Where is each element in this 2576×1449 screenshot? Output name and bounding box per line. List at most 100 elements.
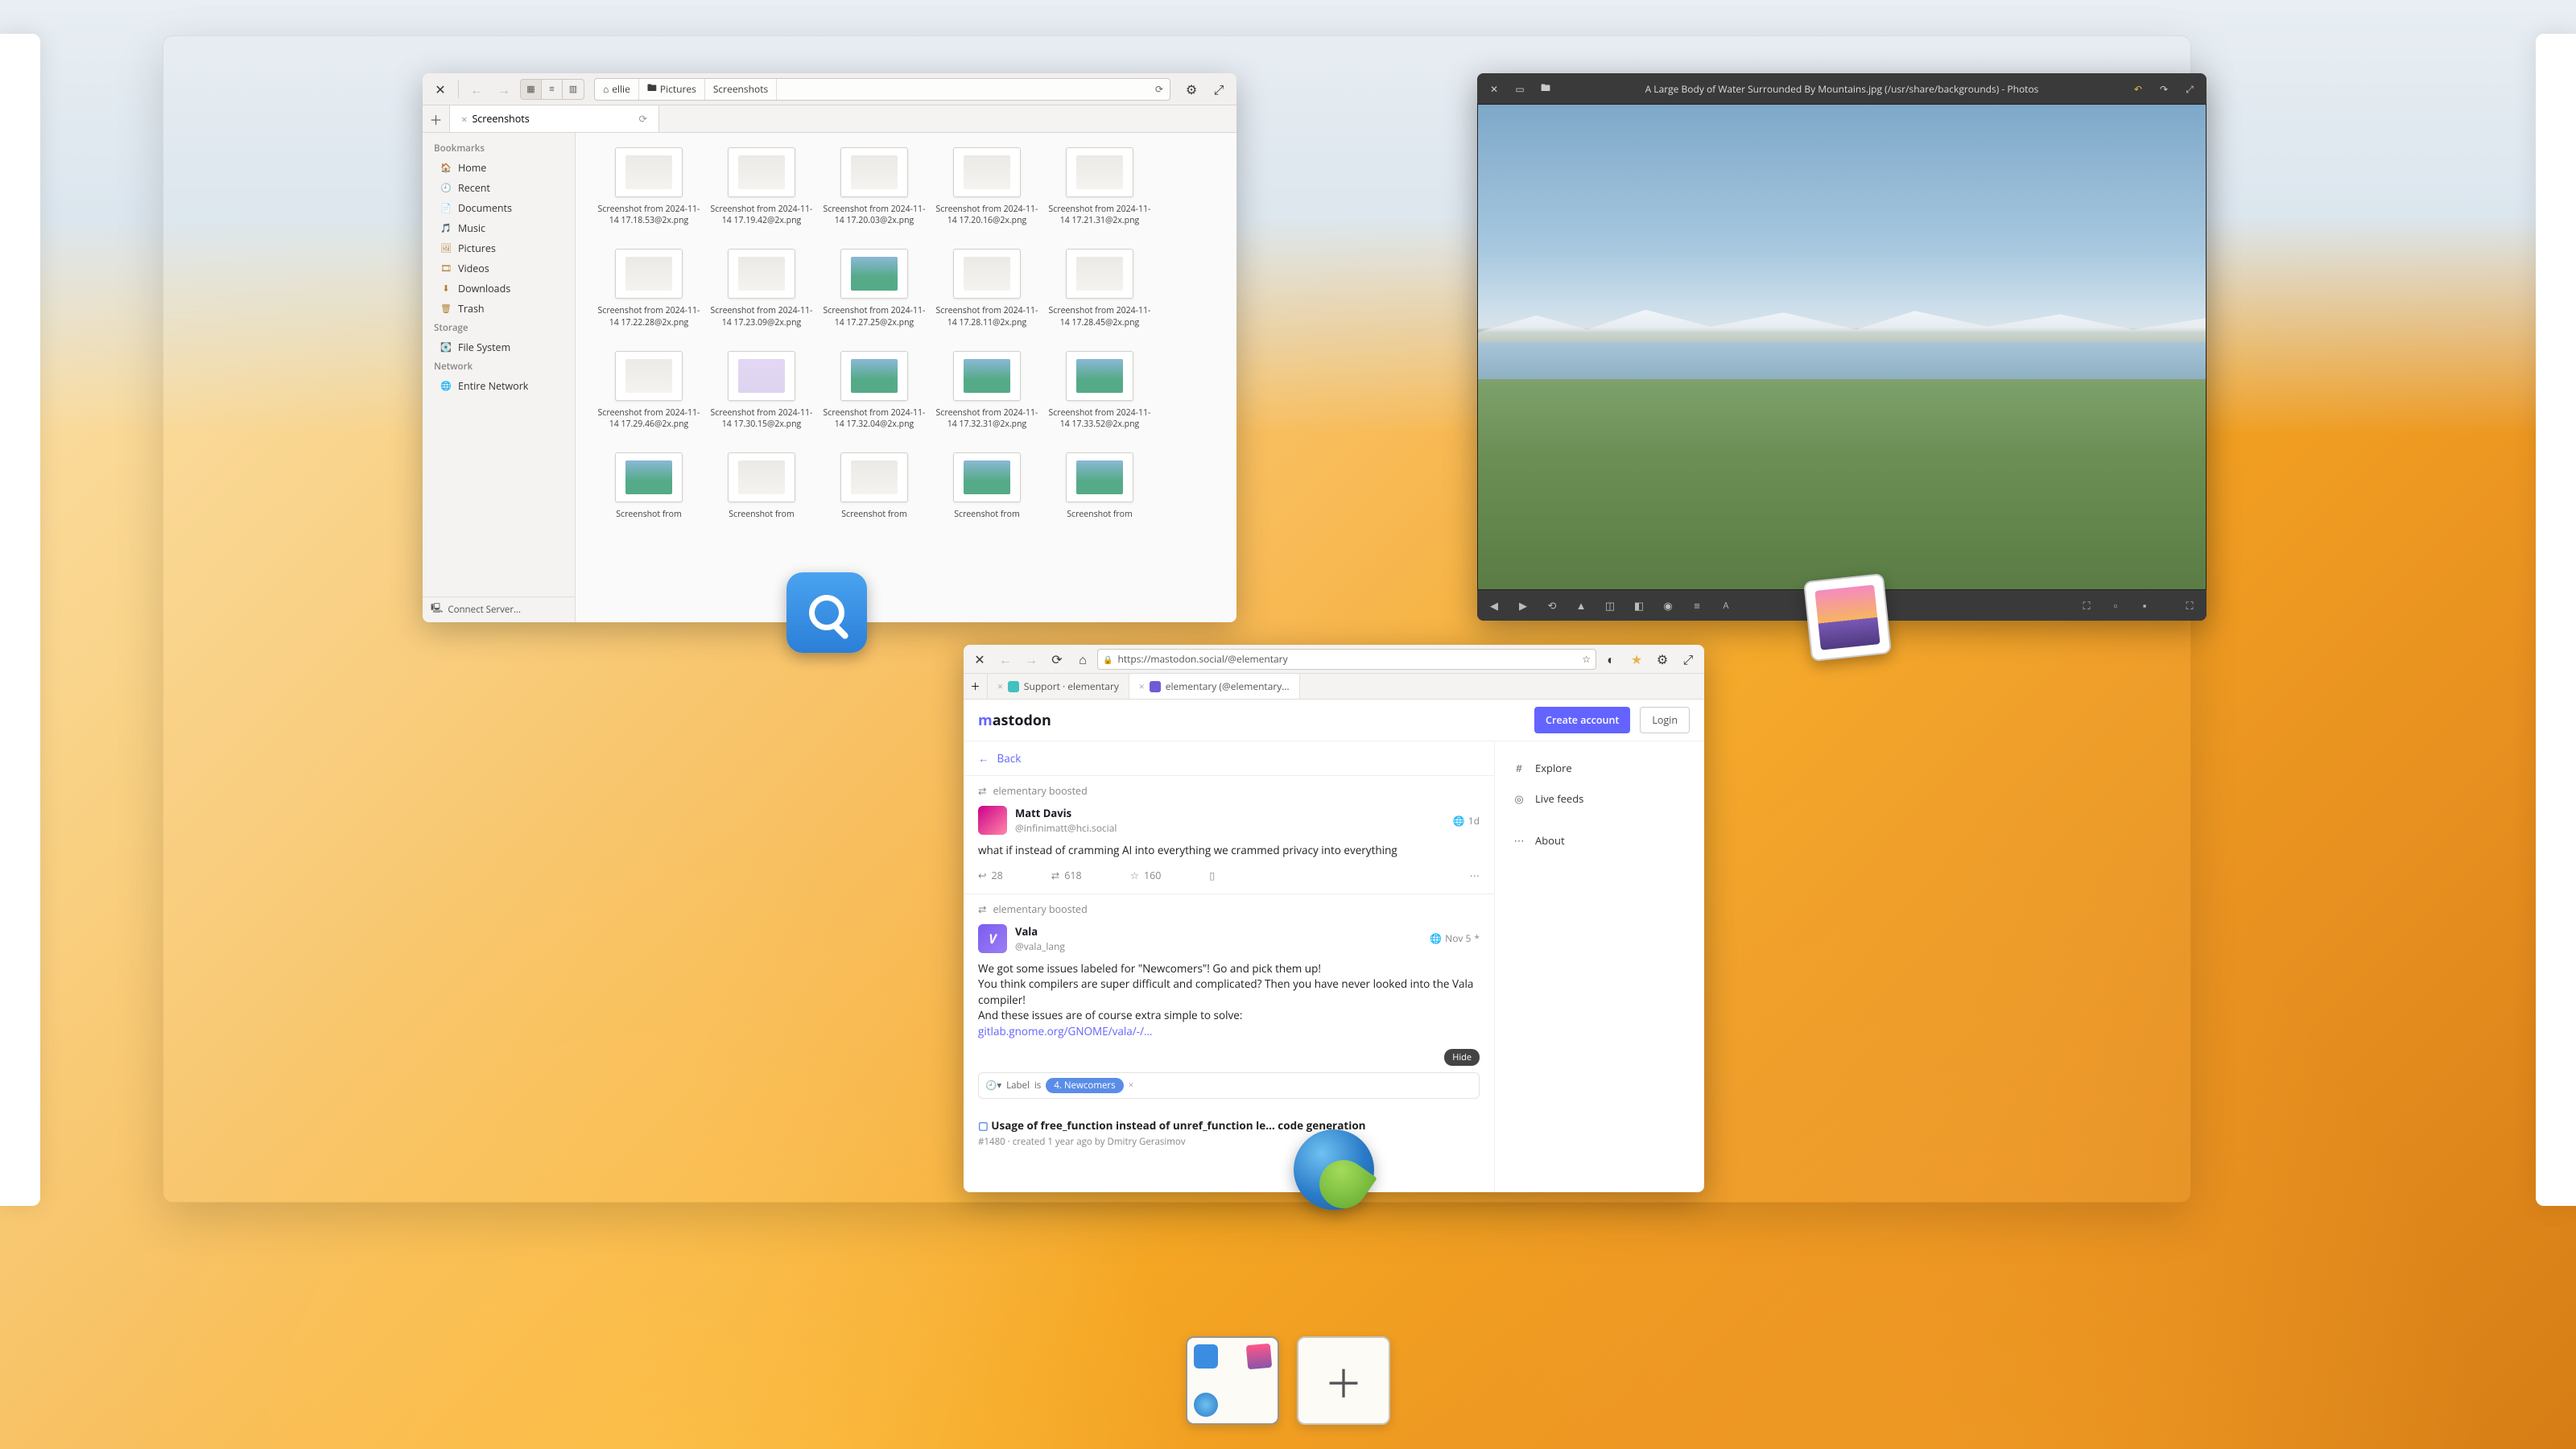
- close-tab-icon[interactable]: ×: [1139, 679, 1145, 693]
- view-list-icon[interactable]: ≡: [542, 80, 563, 99]
- nav-back-icon[interactable]: ←: [465, 78, 488, 101]
- view-grid-icon[interactable]: ▦: [521, 80, 542, 99]
- star-filled-icon[interactable]: ★: [1625, 648, 1648, 671]
- sidebar-item-entire-network[interactable]: 🌐Entire Network: [423, 376, 575, 396]
- file-thumbnail[interactable]: Screenshot from 2024-11-14 17.33.52@2x.p…: [1044, 351, 1155, 430]
- author-name[interactable]: Vala: [1015, 924, 1038, 939]
- files-window[interactable]: ✕ ← → ▦ ≡ ▥ ⌂ellie 🖿Pictures Screenshots…: [423, 73, 1236, 622]
- breadcrumb-home[interactable]: ⌂ellie: [595, 79, 639, 100]
- fullscreen-icon[interactable]: ⛶: [2181, 598, 2198, 613]
- chip-remove-icon[interactable]: ×: [1129, 1080, 1134, 1092]
- back-to-library-icon[interactable]: ▭: [1511, 80, 1529, 97]
- nav-forward-icon[interactable]: →: [493, 78, 515, 101]
- breadcrumb-pictures[interactable]: 🖿Pictures: [639, 79, 705, 100]
- post-vala[interactable]: V Vala@vala_lang 🌐Nov 5 * We got some is…: [964, 919, 1494, 1111]
- sidebar-item-documents[interactable]: 📄Documents: [423, 198, 575, 218]
- browser-window[interactable]: ✕ ← → ⟳ ⌂ 🔒 https://mastodon.social/@ele…: [964, 645, 1704, 1192]
- file-thumbnail[interactable]: Screenshot from: [819, 452, 930, 520]
- sidebar-item-music[interactable]: 🎵Music: [423, 218, 575, 238]
- file-thumbnail[interactable]: Screenshot from 2024-11-14 17.30.15@2x.p…: [706, 351, 817, 430]
- prev-photo-icon[interactable]: ◀: [1485, 598, 1503, 613]
- close-tab-icon[interactable]: ×: [997, 679, 1003, 693]
- nav-item-live-feeds[interactable]: ◎Live feeds: [1501, 783, 1698, 814]
- more-button[interactable]: ⋯: [1470, 869, 1480, 882]
- favorite-button[interactable]: ☆160: [1130, 869, 1162, 882]
- zoom-fit-icon[interactable]: ⛶: [2078, 598, 2095, 613]
- file-thumbnail[interactable]: Screenshot from 2024-11-14 17.23.09@2x.p…: [706, 249, 817, 328]
- file-thumbnail[interactable]: Screenshot from 2024-11-14 17.20.16@2x.p…: [931, 147, 1042, 226]
- sidebar-item-recent[interactable]: 🕘Recent: [423, 178, 575, 198]
- author-handle[interactable]: @vala_lang: [1015, 939, 1065, 953]
- close-icon[interactable]: ✕: [1485, 80, 1503, 97]
- rotate-icon[interactable]: ⟲: [1543, 598, 1561, 613]
- file-thumbnail[interactable]: Screenshot from: [706, 452, 817, 520]
- new-tab-button[interactable]: ＋: [964, 674, 988, 699]
- adjust-icon[interactable]: ≡: [1688, 598, 1706, 613]
- redo-icon[interactable]: ↷: [2155, 80, 2173, 97]
- issue-card[interactable]: ▢ Usage of free_function instead of unre…: [964, 1110, 1494, 1156]
- label-filter[interactable]: 🕘▾ Label is 4. Newcomers ×: [978, 1072, 1480, 1099]
- file-thumbnail[interactable]: Screenshot from 2024-11-14 17.18.53@2x.p…: [593, 147, 704, 226]
- adjacent-workspace-left[interactable]: [0, 34, 40, 1206]
- post-matt-davis[interactable]: Matt Davis@infinimatt@hci.social 🌐1d wha…: [964, 801, 1494, 894]
- file-thumbnail[interactable]: Screenshot from 2024-11-14 17.28.45@2x.p…: [1044, 249, 1155, 328]
- flip-icon[interactable]: ▲: [1572, 598, 1590, 613]
- undo-icon[interactable]: ↶: [2129, 80, 2147, 97]
- file-thumbnail[interactable]: Screenshot from 2024-11-14 17.27.25@2x.p…: [819, 249, 930, 328]
- sidebar-item-file-system[interactable]: 💽File System: [423, 337, 575, 357]
- hide-button[interactable]: Hide: [1444, 1049, 1480, 1066]
- url-bar[interactable]: 🔒 https://mastodon.social/@elementary ☆: [1097, 649, 1596, 670]
- maximize-icon[interactable]: ⤢: [2181, 80, 2198, 97]
- file-thumbnail[interactable]: Screenshot from: [931, 452, 1042, 520]
- next-photo-icon[interactable]: ▶: [1514, 598, 1532, 613]
- zoom-in-icon[interactable]: ▪: [2136, 598, 2153, 613]
- nav-back-icon[interactable]: ←: [994, 648, 1017, 671]
- file-thumbnail[interactable]: Screenshot from: [1044, 452, 1155, 520]
- file-thumbnail[interactable]: Screenshot from 2024-11-14 17.20.03@2x.p…: [819, 147, 930, 226]
- enhance-icon[interactable]: A: [1717, 600, 1735, 612]
- menu-icon[interactable]: ⚙: [1651, 648, 1674, 671]
- home-icon[interactable]: ⌂: [1071, 648, 1094, 671]
- connect-server-button[interactable]: 🖳Connect Server…: [423, 597, 576, 622]
- browser-tab[interactable]: ×elementary (@elementary…: [1129, 674, 1300, 699]
- workspace-1[interactable]: [1186, 1336, 1279, 1425]
- workspace-add[interactable]: ＋: [1297, 1336, 1390, 1425]
- nav-item-explore[interactable]: #Explore: [1501, 753, 1698, 783]
- maximize-icon[interactable]: ⤢: [1677, 648, 1699, 671]
- file-thumbnail[interactable]: Screenshot from 2024-11-14 17.28.11@2x.p…: [931, 249, 1042, 328]
- file-thumbnail[interactable]: Screenshot from: [593, 452, 704, 520]
- boost-button[interactable]: ⇄618: [1051, 869, 1082, 882]
- app-icon-photos[interactable]: [1803, 573, 1892, 662]
- nav-item-about[interactable]: ⋯About: [1501, 825, 1698, 856]
- bookmark-button[interactable]: ▯: [1209, 869, 1215, 882]
- file-thumbnail[interactable]: Screenshot from 2024-11-14 17.22.28@2x.p…: [593, 249, 704, 328]
- adjacent-workspace-right[interactable]: [2536, 34, 2576, 1206]
- avatar[interactable]: V: [978, 924, 1007, 953]
- chip-newcomers[interactable]: 4. Newcomers: [1046, 1078, 1123, 1093]
- crop-icon[interactable]: ◫: [1601, 598, 1619, 613]
- create-account-button[interactable]: Create account: [1534, 707, 1630, 733]
- bookmark-star-icon[interactable]: ☆: [1582, 652, 1591, 666]
- app-icon-files[interactable]: [786, 572, 867, 653]
- post-link[interactable]: gitlab.gnome.org/GNOME/vala/-/…: [978, 1024, 1153, 1038]
- close-icon[interactable]: ✕: [968, 648, 991, 671]
- view-columns-icon[interactable]: ▥: [563, 80, 584, 99]
- nav-forward-icon[interactable]: →: [1020, 648, 1042, 671]
- sidebar-item-trash[interactable]: 🗑Trash: [423, 299, 575, 319]
- timestamp[interactable]: 1d: [1468, 814, 1480, 828]
- sidebar-item-downloads[interactable]: ⬇Downloads: [423, 279, 575, 299]
- file-thumbnail[interactable]: Screenshot from 2024-11-14 17.19.42@2x.p…: [706, 147, 817, 226]
- redeye-icon[interactable]: ◉: [1659, 598, 1677, 613]
- back-button[interactable]: ←Back: [964, 741, 1494, 776]
- straighten-icon[interactable]: ◧: [1630, 598, 1648, 613]
- author-name[interactable]: Matt Davis: [1015, 806, 1071, 820]
- sidebar-item-videos[interactable]: 🎞Videos: [423, 258, 575, 279]
- breadcrumb-screenshots[interactable]: Screenshots: [705, 79, 777, 100]
- close-tab-icon[interactable]: ×: [461, 112, 467, 126]
- close-icon[interactable]: ✕: [429, 78, 452, 101]
- file-thumbnail[interactable]: Screenshot from 2024-11-14 17.32.04@2x.p…: [819, 351, 930, 430]
- reader-icon[interactable]: ◐: [1600, 648, 1622, 671]
- open-folder-icon[interactable]: 🖿: [1537, 80, 1554, 97]
- zoom-out-icon[interactable]: ▫: [2107, 598, 2124, 613]
- photos-window[interactable]: ✕ ▭ 🖿 A Large Body of Water Surrounded B…: [1477, 73, 2207, 621]
